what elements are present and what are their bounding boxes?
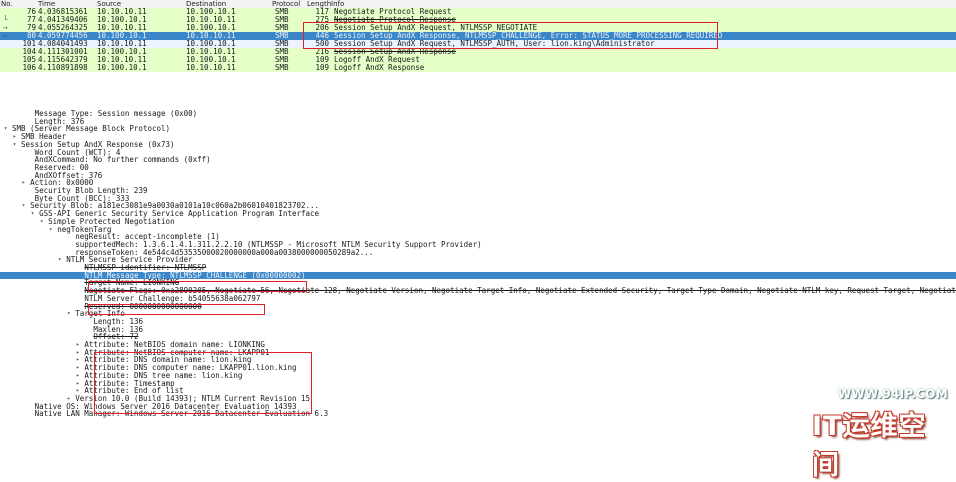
packet-time: 4.110891898	[38, 63, 88, 72]
expand-triangle-down-icon[interactable]: ▾	[47, 226, 54, 234]
detail-line[interactable]: Message Type: Session message (0x00)	[0, 110, 956, 118]
expand-triangle-down-icon[interactable]: ▾	[65, 310, 72, 318]
expand-triangle-down-icon[interactable]: ▾	[20, 202, 27, 210]
expand-triangle-down-icon[interactable]: ▾	[38, 218, 45, 226]
detail-line[interactable]: Reserved: 0000000000000000	[0, 302, 956, 311]
detail-line[interactable]: ▾ Target Info	[0, 310, 956, 318]
packet-list[interactable]: No. Time Source Destination Protocol Len…	[0, 0, 956, 78]
expand-triangle-right-icon[interactable]: ▸	[74, 349, 81, 357]
detail-line[interactable]: Length: 136	[0, 318, 956, 326]
packet-protocol: SMB	[275, 63, 289, 72]
detail-line[interactable]: ▾ SMB (Server Message Block Protocol)	[0, 125, 956, 133]
packet-no: 106	[22, 63, 36, 72]
expand-triangle-down-icon[interactable]: ▾	[56, 256, 63, 264]
detail-line[interactable]: Security Blob Length: 239	[0, 187, 956, 195]
detail-line[interactable]: AndXOffset: 376	[0, 171, 956, 180]
expand-triangle-down-icon[interactable]: ▾	[2, 125, 9, 133]
expand-triangle-right-icon[interactable]: ▸	[20, 179, 27, 187]
detail-line[interactable]: ▾ Simple Protected Negotiation	[0, 218, 956, 226]
expand-triangle-down-icon[interactable]: ▾	[11, 141, 18, 149]
detail-line[interactable]: AndXCommand: No further commands (0xff)	[0, 156, 956, 164]
expand-triangle-down-icon[interactable]: ▾	[29, 210, 36, 218]
related-packet-icon: ←	[3, 31, 8, 40]
expand-triangle-right-icon[interactable]: ▸	[74, 341, 81, 349]
packet-length: 109	[315, 63, 329, 72]
expand-triangle-right-icon[interactable]: ▸	[74, 372, 81, 380]
packet-info: Logoff AndX Response	[334, 63, 425, 72]
detail-line-text: Native LAN Manager: Windows Server 2016 …	[34, 409, 329, 419]
expand-triangle-right-icon[interactable]: ▸	[74, 356, 81, 364]
detail-line[interactable]: ▾ Session Setup AndX Response (0x73)	[0, 141, 956, 149]
watermark-brand: IT运维空间	[812, 411, 927, 481]
packet-row[interactable]: 106 4.110891898 10.100.10.1 10.10.10.11 SMB 1…	[0, 64, 956, 72]
detail-line[interactable]: Maxlen: 136	[0, 325, 956, 334]
column-header-no[interactable]: No.	[1, 0, 13, 8]
packet-destination: 10.10.10.11	[186, 63, 236, 72]
detail-line[interactable]: Reserved: 00	[0, 164, 956, 172]
watermark: WWW.94IP.COM IT运维空间	[812, 382, 956, 481]
expand-triangle-right-icon[interactable]: ▸	[74, 380, 81, 388]
watermark-url: WWW.94IP.COM	[837, 387, 948, 401]
packet-source: 10.100.10.1	[97, 63, 147, 72]
expand-triangle-right-icon[interactable]: ▸	[74, 364, 81, 372]
expand-triangle-right-icon[interactable]: ▸	[11, 133, 18, 141]
